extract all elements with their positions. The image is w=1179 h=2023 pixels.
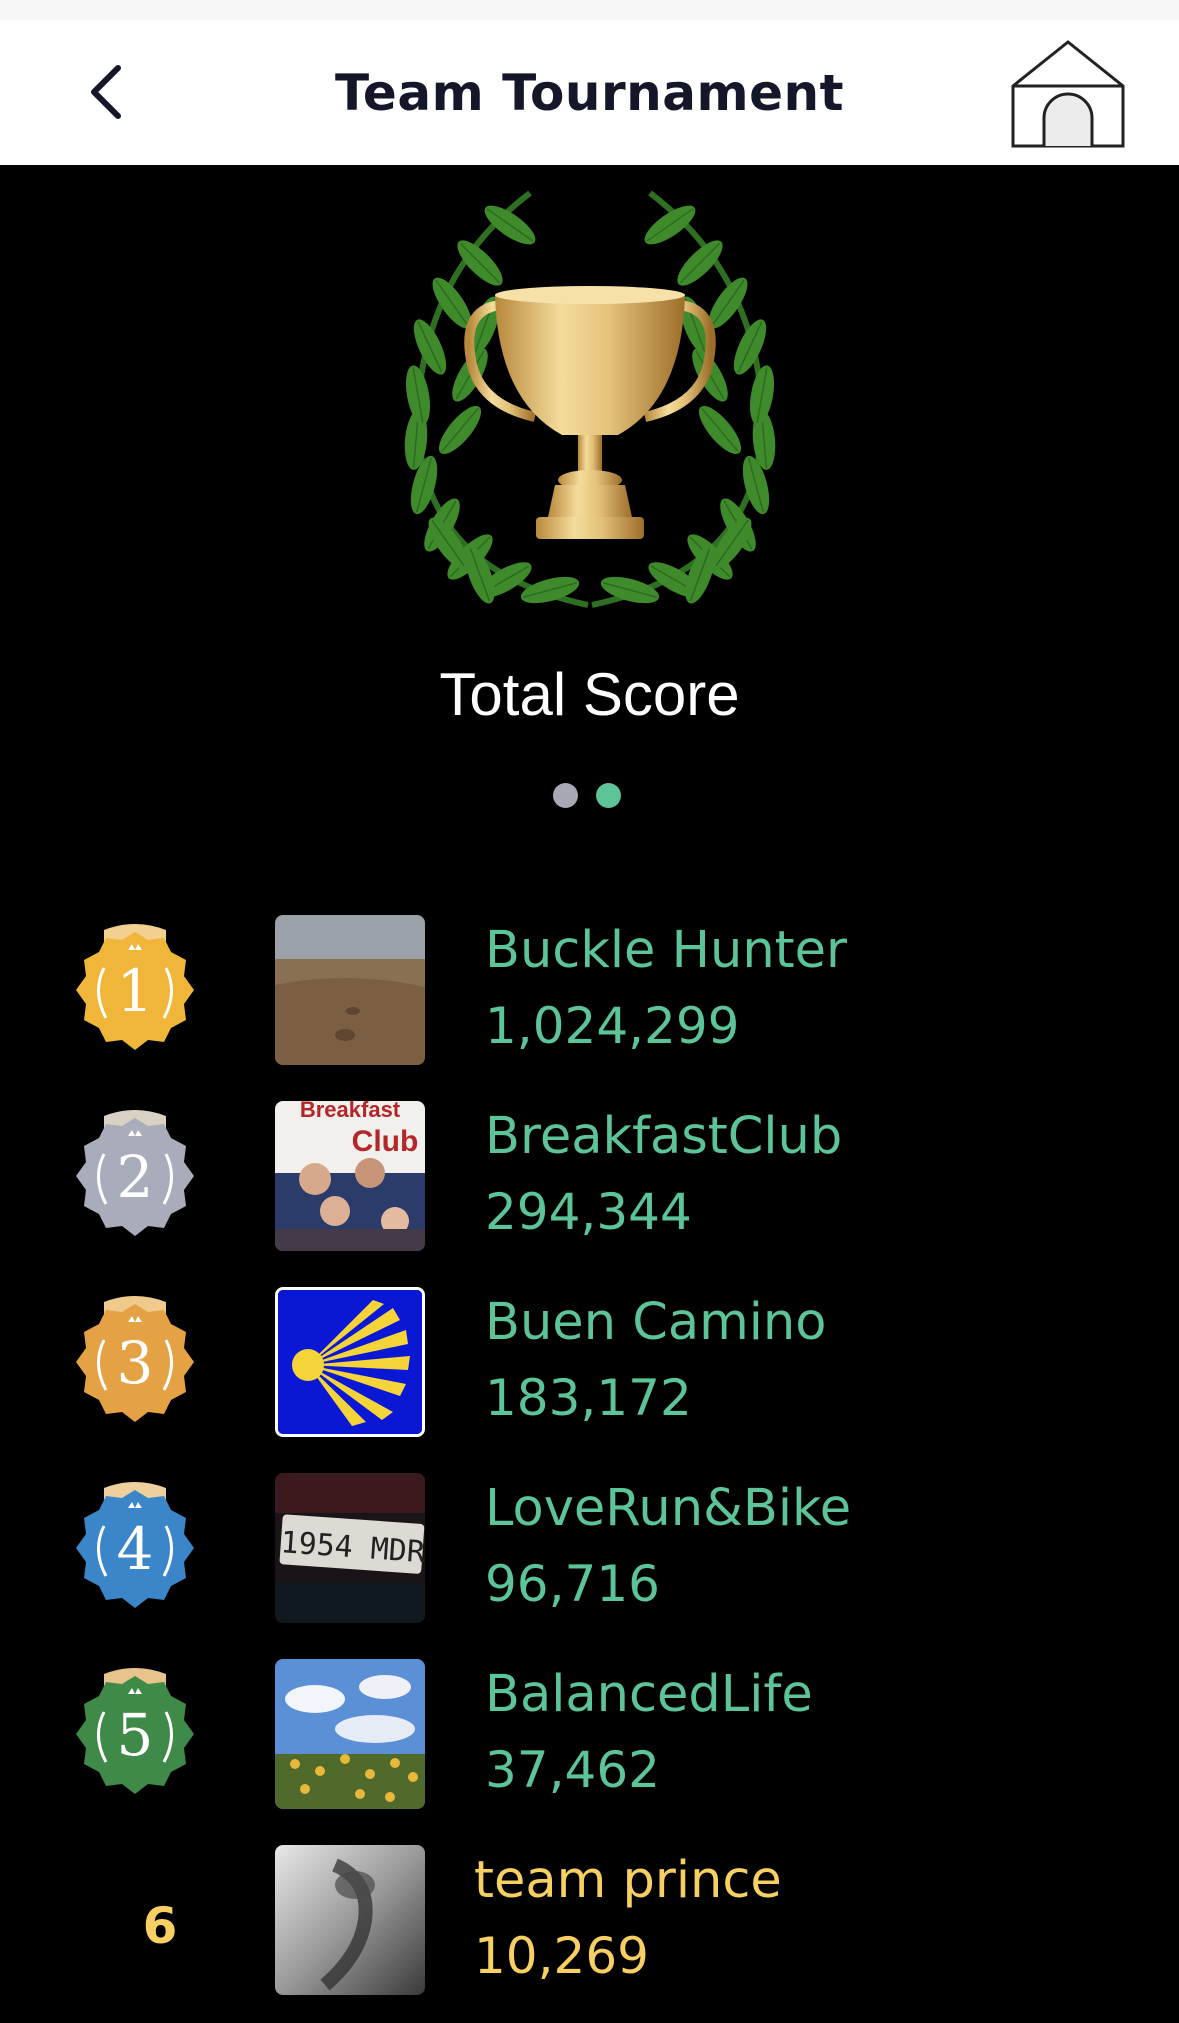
team-name: Buen Camino [485, 1293, 827, 1352]
green-medal-icon: 5 [76, 1668, 194, 1794]
avatar-text-breakfast: Breakfast [300, 1101, 401, 1122]
team-name: BreakfastClub [485, 1107, 843, 1166]
team-avatar [275, 915, 425, 1065]
home-button[interactable] [1010, 38, 1126, 150]
leaderboard-row[interactable]: 5 BalancedLife 37,462 [0, 1659, 1179, 1811]
team-avatar [275, 1659, 425, 1809]
page-dot-1[interactable] [553, 783, 578, 808]
trophy-with-laurel-icon [360, 185, 820, 625]
medal-rank: 5 [117, 1701, 154, 1769]
app-header: Team Tournament [0, 20, 1179, 165]
page-title: Team Tournament [334, 64, 845, 122]
blue-medal-icon: 4 [76, 1482, 194, 1608]
team-score: 10,269 [474, 1927, 649, 1985]
house-icon [1011, 40, 1125, 148]
medal-rank: 2 [117, 1143, 154, 1211]
gold-medal-icon: 1 [76, 924, 194, 1050]
medal-rank: 1 [117, 957, 154, 1025]
medal-rank: 4 [117, 1515, 154, 1583]
leaderboard-row[interactable]: 1 Buckle Hunter 1,024,299 [0, 915, 1179, 1067]
team-name: BalancedLife [485, 1665, 813, 1724]
silver-medal-icon: 2 [76, 1110, 194, 1236]
total-score-label: Total Score [439, 661, 740, 728]
team-score: 96,716 [485, 1555, 660, 1613]
page-dot-2[interactable] [596, 783, 621, 808]
team-avatar: Breakfast Club [275, 1101, 425, 1251]
team-avatar [275, 1845, 425, 1995]
leaderboard-row-own-team[interactable]: 6 team prince 10,269 [0, 1845, 1179, 1997]
rank-number: 6 [142, 1897, 178, 1955]
team-score: 1,024,299 [485, 997, 740, 1055]
team-avatar: 1954 MDR [275, 1473, 425, 1623]
status-bar [0, 0, 1179, 20]
team-avatar [275, 1287, 425, 1437]
team-score: 294,344 [485, 1183, 692, 1241]
team-name: Buckle Hunter [485, 921, 847, 980]
team-name: team prince [474, 1851, 782, 1910]
team-name: LoveRun&Bike [485, 1479, 852, 1538]
bronze-medal-icon: 3 [76, 1296, 194, 1422]
leaderboard-row[interactable]: 2 Breakfast Club BreakfastClub 294,344 [0, 1101, 1179, 1253]
leaderboard-row[interactable]: 3 Buen Camino 183,172 [0, 1287, 1179, 1439]
medal-rank: 3 [117, 1329, 154, 1397]
leaderboard-row[interactable]: 4 1954 MDR LoveRun&Bike 96,716 [0, 1473, 1179, 1625]
avatar-text-club: Club [352, 1125, 419, 1158]
team-score: 37,462 [485, 1741, 660, 1799]
team-score: 183,172 [485, 1369, 692, 1427]
